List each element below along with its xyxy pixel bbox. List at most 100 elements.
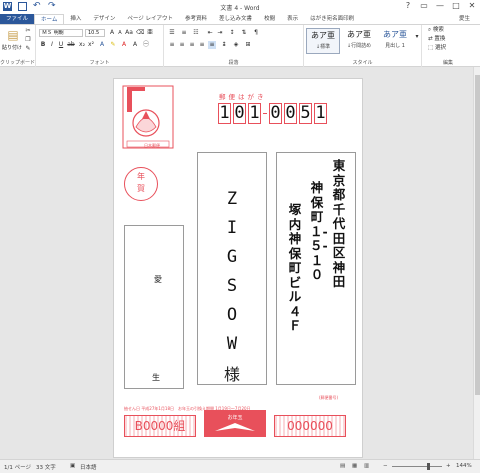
- print-layout-icon[interactable]: ▦: [352, 463, 357, 469]
- user-name[interactable]: 愛生: [459, 14, 470, 25]
- paste-label[interactable]: 貼り付け: [2, 44, 22, 51]
- tab-design[interactable]: デザイン: [87, 14, 121, 24]
- align-right-icon[interactable]: ≡: [188, 41, 196, 49]
- text-effects-icon[interactable]: A: [98, 41, 106, 49]
- zip-digit[interactable]: 0: [269, 103, 282, 124]
- vertical-scrollbar[interactable]: [473, 67, 480, 459]
- font-color-icon[interactable]: A: [120, 41, 128, 49]
- superscript-icon[interactable]: x²: [87, 41, 95, 49]
- zoom-level[interactable]: 144%: [456, 463, 472, 469]
- bullets-icon[interactable]: ☰: [168, 29, 176, 37]
- tab-home[interactable]: ホーム: [34, 14, 65, 24]
- subscript-icon[interactable]: x₂: [78, 41, 86, 49]
- sender-frame[interactable]: 愛 生: [124, 225, 184, 389]
- zip-digit[interactable]: 5: [299, 103, 312, 124]
- web-layout-icon[interactable]: ▥: [364, 463, 369, 469]
- paste-icon[interactable]: ▤: [6, 28, 20, 42]
- zoom-slider-knob[interactable]: [427, 463, 430, 470]
- show-marks-icon[interactable]: ¶: [252, 29, 260, 37]
- nenga-mark: 年賀: [124, 167, 158, 201]
- address-frame[interactable]: 東京都千代田区神田 神保町１‐５‐１０ 塚内神保町ビル４Ｆ: [276, 152, 356, 385]
- replace-button[interactable]: ⇄ 置換: [428, 35, 445, 44]
- tab-file[interactable]: ファイル: [0, 14, 35, 24]
- zip-digit[interactable]: 0: [233, 103, 246, 124]
- strikethrough-icon[interactable]: ab: [67, 41, 75, 49]
- change-case-icon[interactable]: Aa: [125, 29, 133, 37]
- recipient-name-char: Z: [226, 189, 238, 209]
- scrollbar-thumb[interactable]: [475, 75, 480, 395]
- shrink-font-icon[interactable]: A: [116, 29, 124, 37]
- select-button[interactable]: ⬚ 選択: [428, 44, 446, 53]
- style-heading-1[interactable]: あア亜 見出し 1: [378, 28, 412, 54]
- recipient-name-char: O: [226, 305, 238, 325]
- zip-digit[interactable]: 0: [284, 103, 297, 124]
- recipient-name-frame[interactable]: Z I G S O W 様: [197, 152, 267, 385]
- highlight-icon[interactable]: ✎: [109, 41, 117, 49]
- recipient-name[interactable]: Z I G S O W: [198, 185, 266, 359]
- char-count[interactable]: 33 文字: [36, 463, 56, 471]
- page-count[interactable]: 1/1 ページ: [4, 463, 31, 471]
- borders-icon[interactable]: ⊞: [244, 41, 252, 49]
- tab-mailings[interactable]: 差し込み文書: [213, 14, 258, 24]
- sender-name-last[interactable]: 生: [152, 372, 160, 383]
- font-size-select[interactable]: 10.5: [85, 29, 105, 37]
- sender-name-first[interactable]: 愛: [154, 274, 162, 285]
- tab-insert[interactable]: 挿入: [64, 14, 87, 24]
- style-no-spacing[interactable]: あア亜 ↓行間詰め: [342, 28, 376, 54]
- zoom-in-icon[interactable]: +: [446, 463, 451, 469]
- minimize-button[interactable]: —: [432, 0, 448, 12]
- document-area[interactable]: 日本郵便 年賀 郵便はがき 1 0 1 0 0 5 1 愛 生 Z I G S …: [0, 67, 480, 459]
- cut-icon[interactable]: ✂: [24, 27, 32, 35]
- align-left-icon[interactable]: ≡: [168, 41, 176, 49]
- text-direction-icon[interactable]: ↕: [228, 29, 236, 37]
- increase-indent-icon[interactable]: ⇥: [216, 29, 224, 37]
- postcard-page[interactable]: 日本郵便 年賀 郵便はがき 1 0 1 0 0 5 1 愛 生 Z I G S …: [113, 78, 363, 458]
- help-button[interactable]: ?: [400, 0, 416, 12]
- decrease-indent-icon[interactable]: ⇤: [206, 29, 214, 37]
- tab-postcard-print[interactable]: はがき宛名面印刷: [304, 14, 360, 24]
- enclose-char-icon[interactable]: ㊀: [142, 41, 150, 49]
- zip-digit[interactable]: 1: [248, 103, 261, 124]
- address-line-2[interactable]: 神保町１‐５‐１０: [310, 180, 328, 283]
- read-mode-icon[interactable]: ▤: [340, 463, 345, 469]
- tab-references[interactable]: 参考資料: [179, 14, 213, 24]
- lottery-emblem: お年玉: [204, 410, 266, 437]
- styles-more-icon[interactable]: ▾: [413, 33, 421, 41]
- language[interactable]: 日本語: [80, 463, 97, 471]
- zoom-out-icon[interactable]: −: [383, 463, 388, 469]
- tab-page-layout[interactable]: ページ レイアウト: [121, 14, 179, 24]
- clear-format-icon[interactable]: ⌫: [136, 29, 144, 37]
- maximize-button[interactable]: □: [448, 0, 464, 12]
- underline-icon[interactable]: U: [57, 41, 65, 49]
- zip-digit[interactable]: 1: [218, 103, 231, 124]
- honorific[interactable]: 様: [198, 361, 266, 385]
- address-line-3[interactable]: 塚内神保町ビル４Ｆ: [288, 202, 302, 334]
- format-painter-icon[interactable]: ✎: [24, 45, 32, 53]
- sort-icon[interactable]: ⇅: [240, 29, 248, 37]
- style-standard[interactable]: あア亜 ↓標準: [306, 28, 340, 54]
- address-line-1[interactable]: 東京都千代田区神田: [332, 158, 346, 290]
- justify-icon[interactable]: ≡: [198, 41, 206, 49]
- styles-group-label: スタイル: [352, 60, 373, 66]
- zip-digit[interactable]: 1: [314, 103, 327, 124]
- multilevel-list-icon[interactable]: ☷: [192, 29, 200, 37]
- find-button[interactable]: ⌕ 検索: [428, 26, 444, 35]
- char-shading-icon[interactable]: A: [131, 41, 139, 49]
- align-center-icon[interactable]: ≡: [178, 41, 186, 49]
- zoom-slider[interactable]: [392, 466, 442, 467]
- phonetic-guide-icon[interactable]: 亜: [146, 29, 154, 37]
- numbering-icon[interactable]: ≡: [180, 29, 188, 37]
- line-spacing-icon[interactable]: ↨: [220, 41, 228, 49]
- font-name-select[interactable]: ＭＳ 明朝: [39, 29, 83, 37]
- grow-font-icon[interactable]: A: [108, 29, 116, 37]
- copy-icon[interactable]: ❐: [24, 36, 32, 44]
- bold-icon[interactable]: B: [39, 41, 47, 49]
- tab-view[interactable]: 表示: [281, 14, 304, 24]
- distributed-icon[interactable]: ≡: [208, 41, 216, 49]
- proofing-icon[interactable]: ▣: [70, 463, 75, 469]
- tab-review[interactable]: 校閲: [258, 14, 281, 24]
- shading-icon[interactable]: ◈: [232, 41, 240, 49]
- ribbon-options-button[interactable]: ▭: [416, 0, 432, 12]
- italic-icon[interactable]: I: [48, 41, 56, 49]
- close-button[interactable]: ✕: [464, 0, 480, 12]
